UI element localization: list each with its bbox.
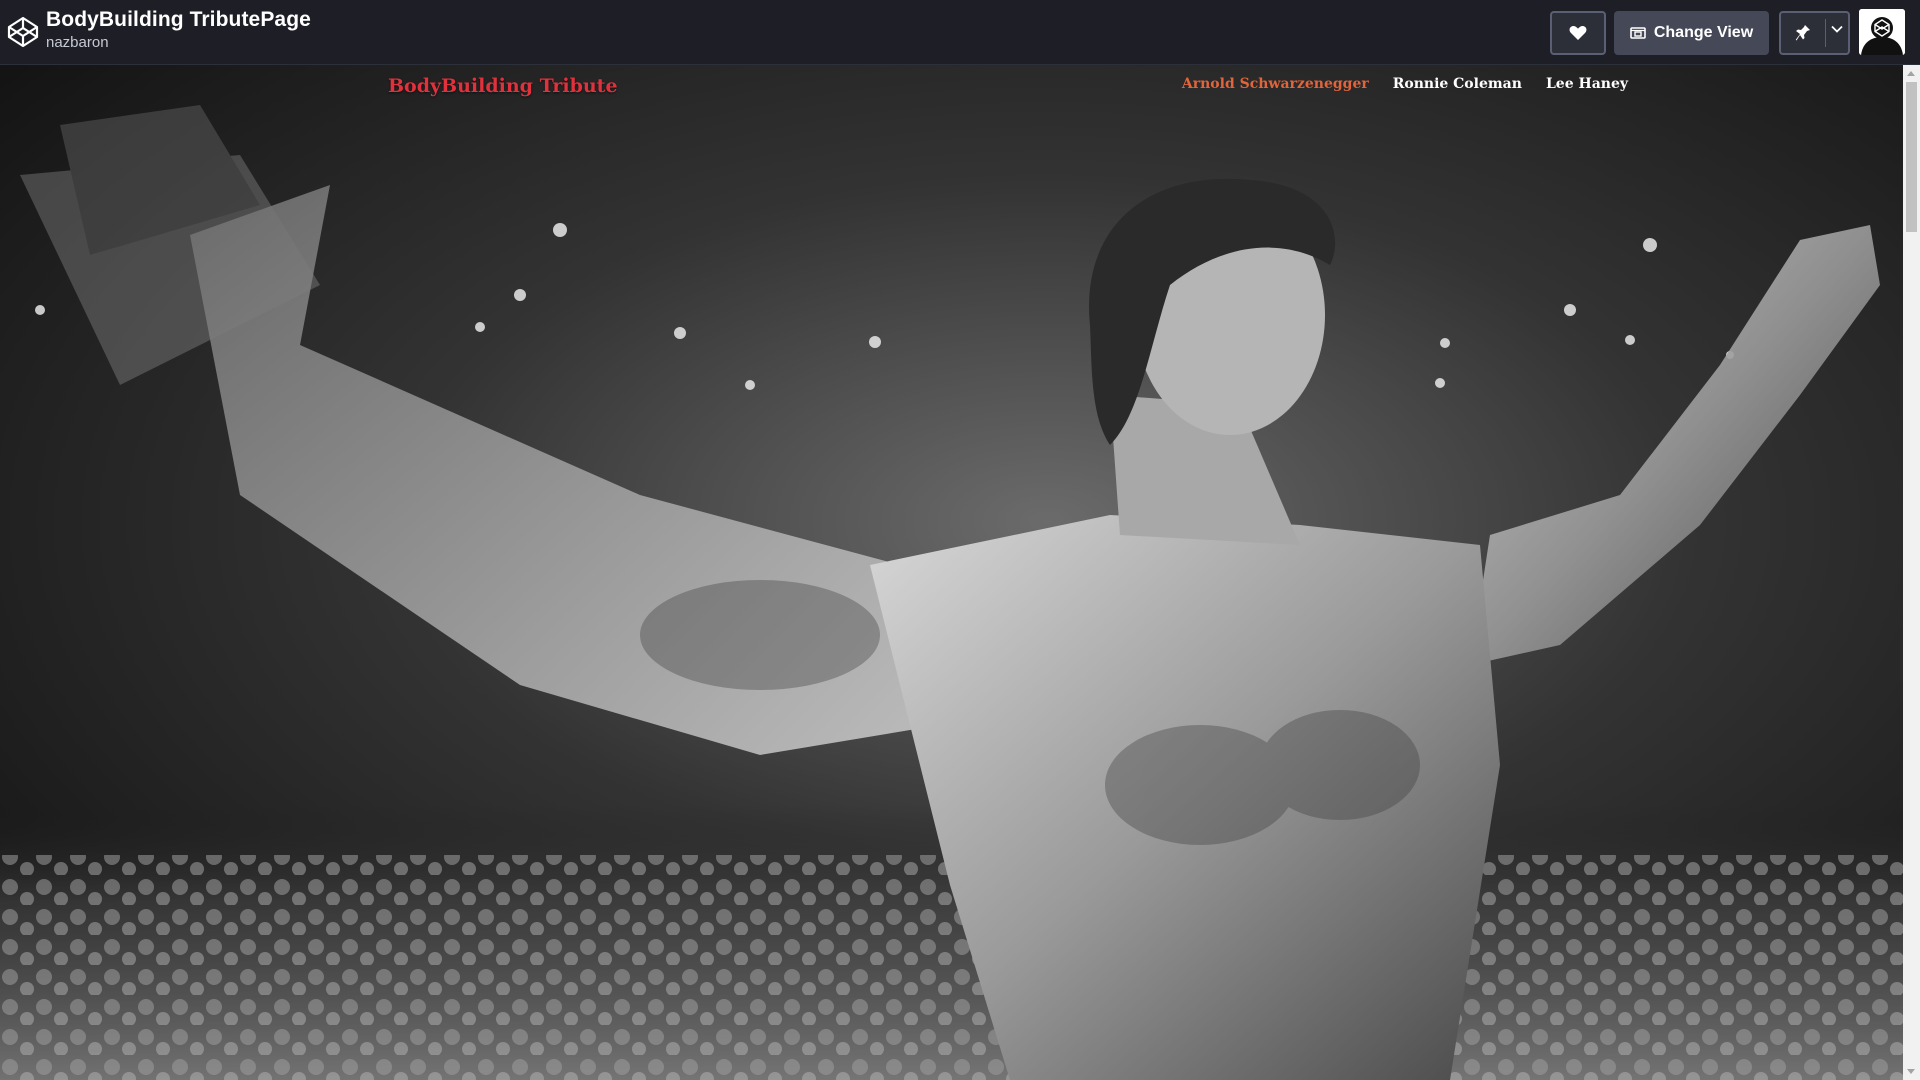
scroll-thumb[interactable] <box>1906 82 1917 232</box>
button-divider <box>1825 19 1826 47</box>
heart-icon <box>1569 26 1587 40</box>
like-button[interactable] <box>1550 11 1606 55</box>
preview-scrollbar[interactable] <box>1903 65 1920 1080</box>
hero-photo-bodybuilder <box>0 65 1903 1080</box>
change-view-label: Change View <box>1653 24 1754 41</box>
scroll-up-arrow-icon[interactable] <box>1907 71 1915 76</box>
pen-author[interactable]: nazbaron <box>46 34 109 51</box>
change-view-button[interactable]: Change View <box>1614 11 1769 55</box>
nav-link-lee[interactable]: Lee Haney <box>1546 76 1628 92</box>
layout-icon <box>1630 27 1646 39</box>
pin-icon <box>1795 25 1810 41</box>
site-brand[interactable]: BodyBuilding Tribute <box>388 75 618 97</box>
pin-button[interactable] <box>1779 11 1850 55</box>
scroll-down-arrow-icon[interactable] <box>1907 1069 1915 1074</box>
nav-link-arnold[interactable]: Arnold Schwarzenegger <box>1182 76 1369 92</box>
user-avatar[interactable] <box>1859 9 1905 55</box>
codepen-logo-icon[interactable] <box>6 15 40 49</box>
pen-title[interactable]: BodyBuilding TributePage <box>46 8 311 32</box>
avatar-icon <box>1859 9 1905 55</box>
nav-link-ronnie[interactable]: Ronnie Coleman <box>1393 76 1522 92</box>
codepen-header: BodyBuilding TributePage nazbaron Change… <box>0 0 1920 65</box>
pen-preview: BodyBuilding Tribute Arnold Schwarzenegg… <box>0 65 1903 1080</box>
site-nav: Arnold Schwarzenegger Ronnie Coleman Lee… <box>1182 76 1628 92</box>
chevron-down-icon[interactable] <box>1831 25 1843 33</box>
